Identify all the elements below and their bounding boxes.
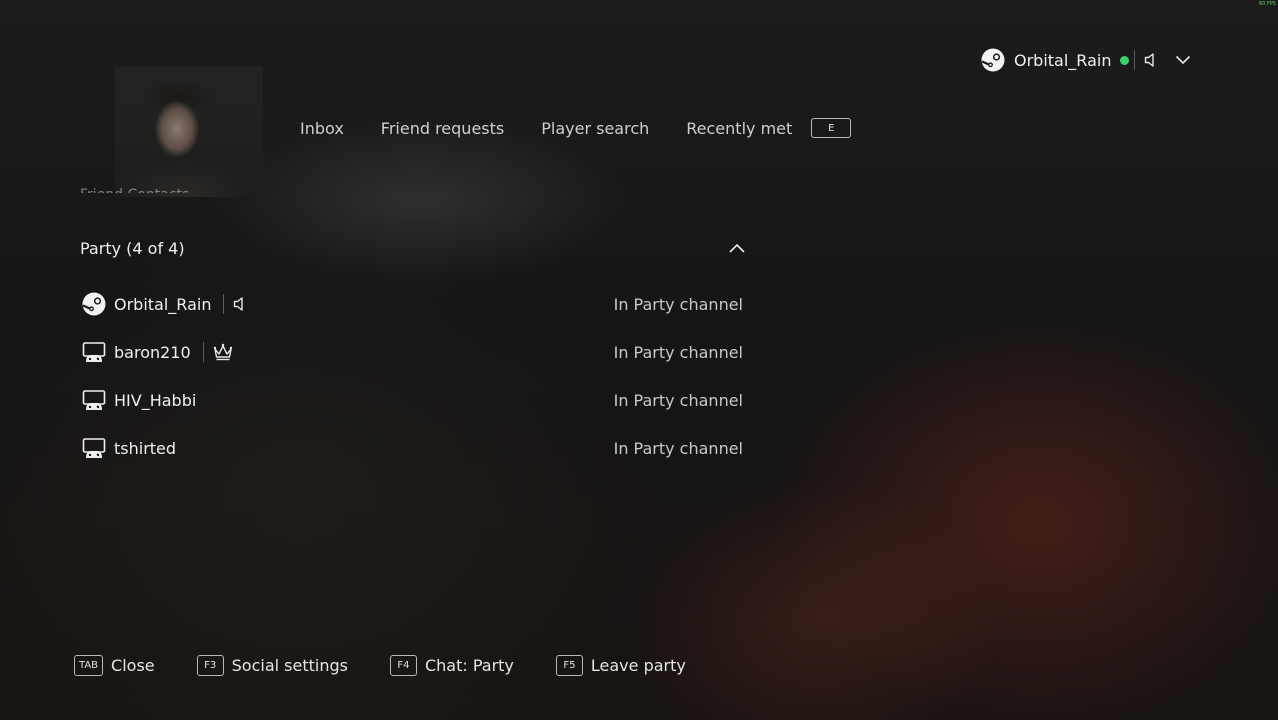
divider: [1134, 50, 1136, 70]
controller-icon: [82, 390, 106, 410]
chevron-up-icon[interactable]: [728, 242, 746, 254]
keycap-f4: F4: [389, 654, 417, 676]
account-header[interactable]: Orbital_Rain: [981, 48, 1191, 72]
keycap-tab: TAB: [74, 654, 104, 676]
controller-icon: [82, 342, 106, 362]
online-status-dot: [1120, 55, 1130, 65]
keycap-f5: F5: [555, 654, 583, 676]
chevron-down-icon[interactable]: [1175, 55, 1191, 65]
controller-icon: [82, 438, 106, 458]
fps-counter: 60 FPS: [1258, 1, 1276, 7]
social-settings-hint[interactable]: F3 Social settings: [196, 654, 348, 676]
steam-icon: [82, 292, 106, 316]
leave-party-hint[interactable]: F5 Leave party: [555, 654, 686, 676]
social-overlay: 60 FPS Orbital_Rain Inbox Friend request…: [0, 0, 1278, 720]
speaker-icon[interactable]: [232, 296, 248, 312]
party-title: Party (4 of 4): [80, 238, 185, 258]
scrolled-section-label: Friend Contacts: [80, 181, 189, 193]
key-hints-bar: TAB Close F3 Social settings F4 Chat: Pa…: [74, 653, 728, 677]
tab-player-search[interactable]: Player search: [541, 119, 649, 138]
member-status: In Party channel: [613, 438, 743, 458]
hint-label: Chat: Party: [424, 655, 514, 675]
account-username: Orbital_Rain: [1014, 50, 1112, 70]
divider: [223, 294, 225, 314]
member-name: HIV_Habbi: [114, 390, 197, 410]
tab-friend-requests[interactable]: Friend requests: [381, 119, 504, 138]
speaker-icon[interactable]: [1144, 52, 1158, 68]
crown-icon: [213, 343, 232, 361]
hint-label: Leave party: [590, 655, 686, 675]
party-member-row[interactable]: tshirted In Party channel: [82, 424, 746, 472]
party-member-row[interactable]: Orbital_Rain In Party channel: [82, 280, 746, 328]
party-member-row[interactable]: baron210 In Party channel: [82, 328, 746, 376]
hint-label: Close: [111, 655, 155, 675]
social-tabs: Inbox Friend requests Player search Rece…: [300, 116, 852, 140]
member-name: baron210: [114, 342, 191, 362]
party-member-list: Orbital_Rain In Party channel baron210 I…: [82, 280, 746, 472]
steam-icon: [981, 48, 1005, 72]
party-member-row[interactable]: HIV_Habbi In Party channel: [82, 376, 746, 424]
member-status: In Party channel: [613, 390, 743, 410]
member-name: tshirted: [114, 438, 177, 458]
webcam-feed: [115, 67, 263, 197]
tab-next-hotkey: E: [811, 118, 852, 138]
divider: [202, 342, 204, 362]
member-name: Orbital_Rain: [114, 294, 212, 314]
close-hint[interactable]: TAB Close: [74, 654, 155, 676]
member-status: In Party channel: [613, 342, 743, 362]
tab-inbox[interactable]: Inbox: [300, 119, 344, 138]
hint-label: Social settings: [231, 655, 348, 675]
chat-party-hint[interactable]: F4 Chat: Party: [389, 654, 514, 676]
keycap-f3: F3: [196, 654, 224, 676]
tab-recently-met[interactable]: Recently met: [686, 119, 792, 138]
party-section-header[interactable]: Party (4 of 4): [80, 236, 748, 260]
member-status: In Party channel: [613, 294, 743, 314]
